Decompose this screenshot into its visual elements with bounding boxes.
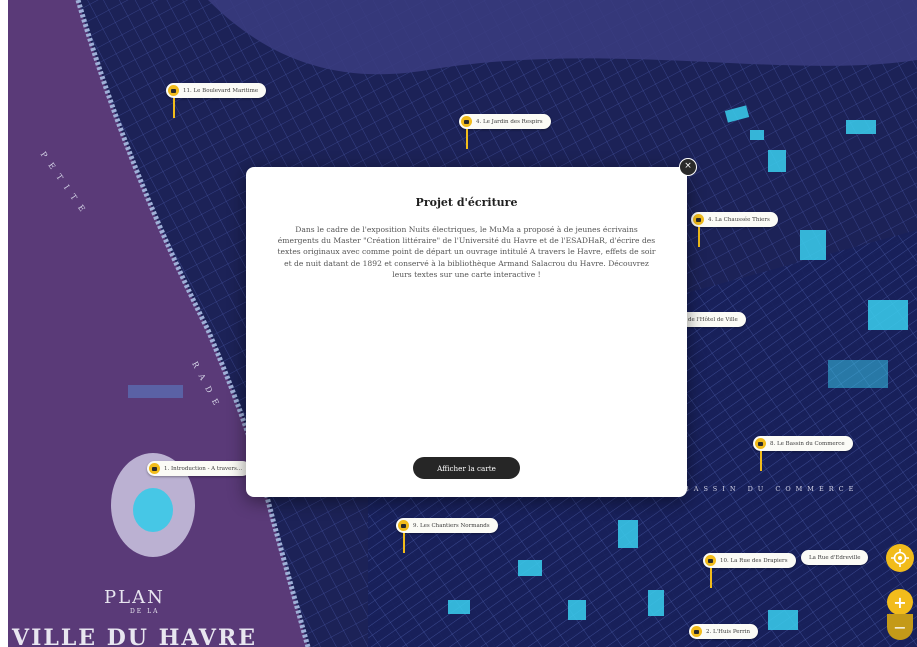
plan-title-line3: VILLE DU HAVRE [12,625,258,647]
camera-icon [168,85,179,96]
modal-title: Projet d'écriture [415,196,518,209]
camera-icon [705,555,716,566]
camera-icon [691,626,702,637]
marker-stem [173,98,175,118]
camera-icon [755,438,766,449]
plan-title-line2: DE LA [130,608,160,615]
camera-icon [149,463,160,474]
zoom-in-button[interactable]: + [887,589,913,615]
map-marker-introduction[interactable]: 1. Introduction - A travers... [147,461,251,476]
map-marker-boulevard-maritime[interactable]: 11. Le Boulevard Maritime [166,83,267,118]
map-marker-rue-edreville[interactable]: La Rue d'Edreville [801,550,869,565]
marker-label: 10. La Rue des Drapiers [720,557,788,564]
map-marker-jardin[interactable]: 4. Le Jardin des Respirs [459,114,551,149]
marker-label: de l'Hôtel de Ville [688,316,738,323]
marker-label: La Rue d'Edreville [809,554,861,561]
marker-stem [710,568,712,588]
street-label-bassin: BASSIN DU COMMERCE [684,485,859,493]
marker-stem [403,533,405,553]
marker-label: 1. Introduction - A travers... [164,465,243,472]
plan-title-line1: PLAN [104,587,165,608]
map-marker-rue-drapiers[interactable]: 10. La Rue des Drapiers [703,553,796,588]
locate-button[interactable] [886,544,914,572]
map-marker-hotel-de-ville[interactable]: de l'Hôtel de Ville [680,312,746,327]
modal-body: Dans le cadre de l'exposition Nuits élec… [277,225,656,279]
map-marker-bassin-commerce[interactable]: 8. Le Bassin du Commerce [753,436,853,471]
marker-stem [760,451,762,471]
project-modal: Projet d'écriture Dans le cadre de l'exp… [246,167,687,497]
show-map-button[interactable]: Afficher la carte [413,457,520,479]
marker-stem [698,227,700,247]
camera-icon [398,520,409,531]
zoom-out-button[interactable]: − [887,614,913,640]
locate-icon [891,549,909,567]
map-marker-chantiers-normands[interactable]: 9. Les Chantiers Normands [396,518,498,553]
marker-label: 4. Le Jardin des Respirs [476,118,543,125]
map-marker-huis-perrin[interactable]: 2. L'Huis Perrin [689,624,759,639]
marker-stem [466,129,468,149]
close-icon[interactable]: × [679,158,697,176]
marker-label: 8. Le Bassin du Commerce [770,440,845,447]
camera-icon [461,116,472,127]
map-marker-chaussee-thiers[interactable]: 4. La Chaussée Thiers [691,212,778,247]
marker-label: 11. Le Boulevard Maritime [183,87,259,94]
marker-label: 2. L'Huis Perrin [706,628,751,635]
marker-label: 9. Les Chantiers Normands [413,522,490,529]
camera-icon [693,214,704,225]
marker-label: 4. La Chaussée Thiers [708,216,770,223]
